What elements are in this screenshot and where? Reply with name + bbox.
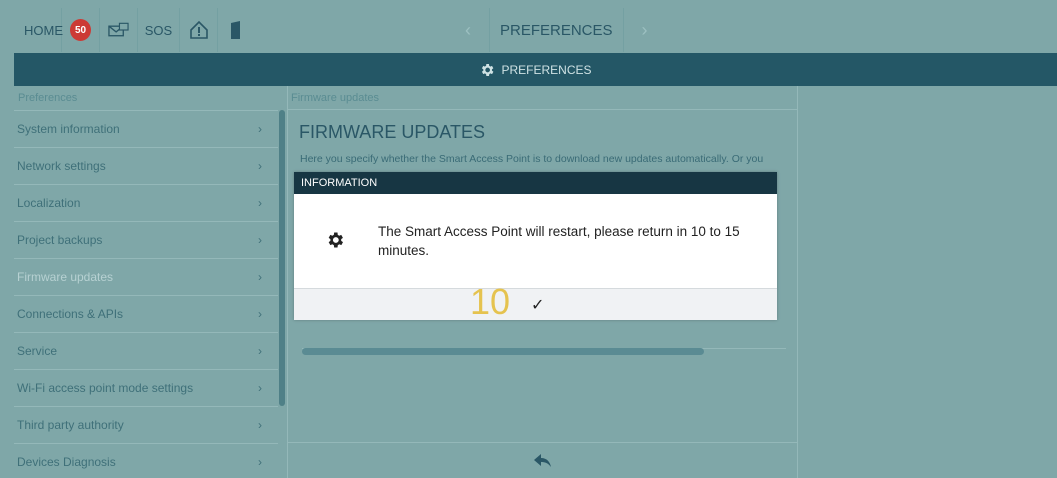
sidebar-item-label: Connections & APIs bbox=[17, 307, 124, 321]
content-heading: FIRMWARE UPDATES bbox=[299, 122, 486, 142]
top-bar: HOME 50 SOS ‹ PREFERENCES › bbox=[14, 8, 1057, 52]
back-arrow-icon[interactable] bbox=[533, 453, 552, 469]
sidebar-item-localization[interactable]: Localization › bbox=[14, 184, 278, 221]
sidebar-item-label: Network settings bbox=[17, 159, 106, 173]
progress-bar bbox=[302, 348, 704, 355]
page-title: PREFERENCES bbox=[489, 8, 624, 52]
sidebar-item-firmware-updates[interactable]: Firmware updates › bbox=[14, 258, 278, 295]
sidebar-item-network-settings[interactable]: Network settings › bbox=[14, 147, 278, 184]
sidebar-item-label: Localization bbox=[17, 196, 81, 210]
sidebar-item-label: System information bbox=[17, 122, 120, 136]
gear-icon bbox=[482, 63, 494, 76]
house-status-button[interactable] bbox=[180, 8, 218, 52]
top-title-group: ‹ PREFERENCES › bbox=[447, 8, 666, 52]
chevron-right-icon: › bbox=[258, 418, 262, 432]
breadcrumb: Firmware updates bbox=[288, 86, 797, 110]
sos-label: SOS bbox=[144, 22, 173, 38]
house-alert-icon bbox=[189, 20, 208, 39]
sidebar-title: Preferences bbox=[18, 92, 78, 104]
dialog-message: The Smart Access Point will restart, ple… bbox=[378, 224, 740, 258]
sos-button[interactable]: SOS bbox=[138, 8, 180, 52]
dialog-footer[interactable]: 10 ✓ bbox=[294, 284, 777, 320]
preferences-sidebar: Preferences System information › Network… bbox=[14, 86, 285, 478]
sidebar-item-third-party-authority[interactable]: Third party authority › bbox=[14, 406, 278, 443]
dialog-title: INFORMATION bbox=[294, 172, 777, 194]
chevron-right-icon: › bbox=[258, 307, 262, 321]
chevron-right-icon: › bbox=[258, 381, 262, 395]
sidebar-scrollbar[interactable] bbox=[279, 110, 285, 406]
sidebar-item-system-information[interactable]: System information › bbox=[14, 110, 278, 147]
door-icon bbox=[231, 21, 240, 39]
chevron-right-icon: › bbox=[258, 122, 262, 136]
door-button[interactable] bbox=[218, 8, 254, 52]
preferences-header: PREFERENCES bbox=[14, 53, 1057, 86]
alarm-count-badge: 50 bbox=[70, 19, 91, 41]
envelope-icon bbox=[108, 22, 129, 37]
sidebar-item-label: Devices Diagnosis bbox=[17, 455, 116, 469]
prev-page-button[interactable]: ‹ bbox=[447, 8, 489, 52]
chevron-right-icon: › bbox=[258, 233, 262, 247]
home-label: HOME bbox=[24, 22, 63, 38]
chevron-right-icon: › bbox=[258, 455, 262, 469]
sidebar-item-label: Third party authority bbox=[17, 418, 124, 432]
next-page-button[interactable]: › bbox=[624, 8, 666, 52]
header-label: PREFERENCES bbox=[501, 62, 592, 77]
sidebar-item-service[interactable]: Service › bbox=[14, 332, 278, 369]
gear-icon bbox=[328, 232, 343, 248]
information-dialog: INFORMATION The Smart Access Point will … bbox=[294, 172, 777, 320]
top-left-group: HOME 50 SOS bbox=[14, 8, 254, 52]
sidebar-item-label: Wi-Fi access point mode settings bbox=[17, 381, 194, 395]
chevron-right-icon: › bbox=[641, 19, 648, 40]
check-icon[interactable]: ✓ bbox=[531, 295, 544, 315]
sidebar-item-label: Firmware updates bbox=[17, 270, 114, 284]
sidebar-item-project-backups[interactable]: Project backups › bbox=[14, 221, 278, 258]
sidebar-item-devices-diagnosis[interactable]: Devices Diagnosis › bbox=[14, 443, 278, 478]
chevron-left-icon: ‹ bbox=[465, 19, 471, 40]
countdown-timer: 10 bbox=[470, 281, 511, 322]
sidebar-item-connections-apis[interactable]: Connections & APIs › bbox=[14, 295, 278, 332]
sidebar-item-wifi-access-point[interactable]: Wi-Fi access point mode settings › bbox=[14, 369, 278, 406]
alarm-counter-button[interactable]: 50 bbox=[62, 8, 100, 52]
chevron-right-icon: › bbox=[258, 270, 262, 284]
content-footer bbox=[288, 442, 797, 478]
chevron-right-icon: › bbox=[258, 344, 262, 358]
sidebar-item-label: Project backups bbox=[17, 233, 103, 247]
sidebar-item-label: Service bbox=[17, 344, 58, 358]
home-button[interactable]: HOME bbox=[14, 8, 63, 52]
content-description: Here you specify whether the Smart Acces… bbox=[300, 153, 764, 165]
chevron-right-icon: › bbox=[258, 196, 262, 210]
chevron-right-icon: › bbox=[258, 159, 262, 173]
messages-button[interactable] bbox=[100, 8, 138, 52]
